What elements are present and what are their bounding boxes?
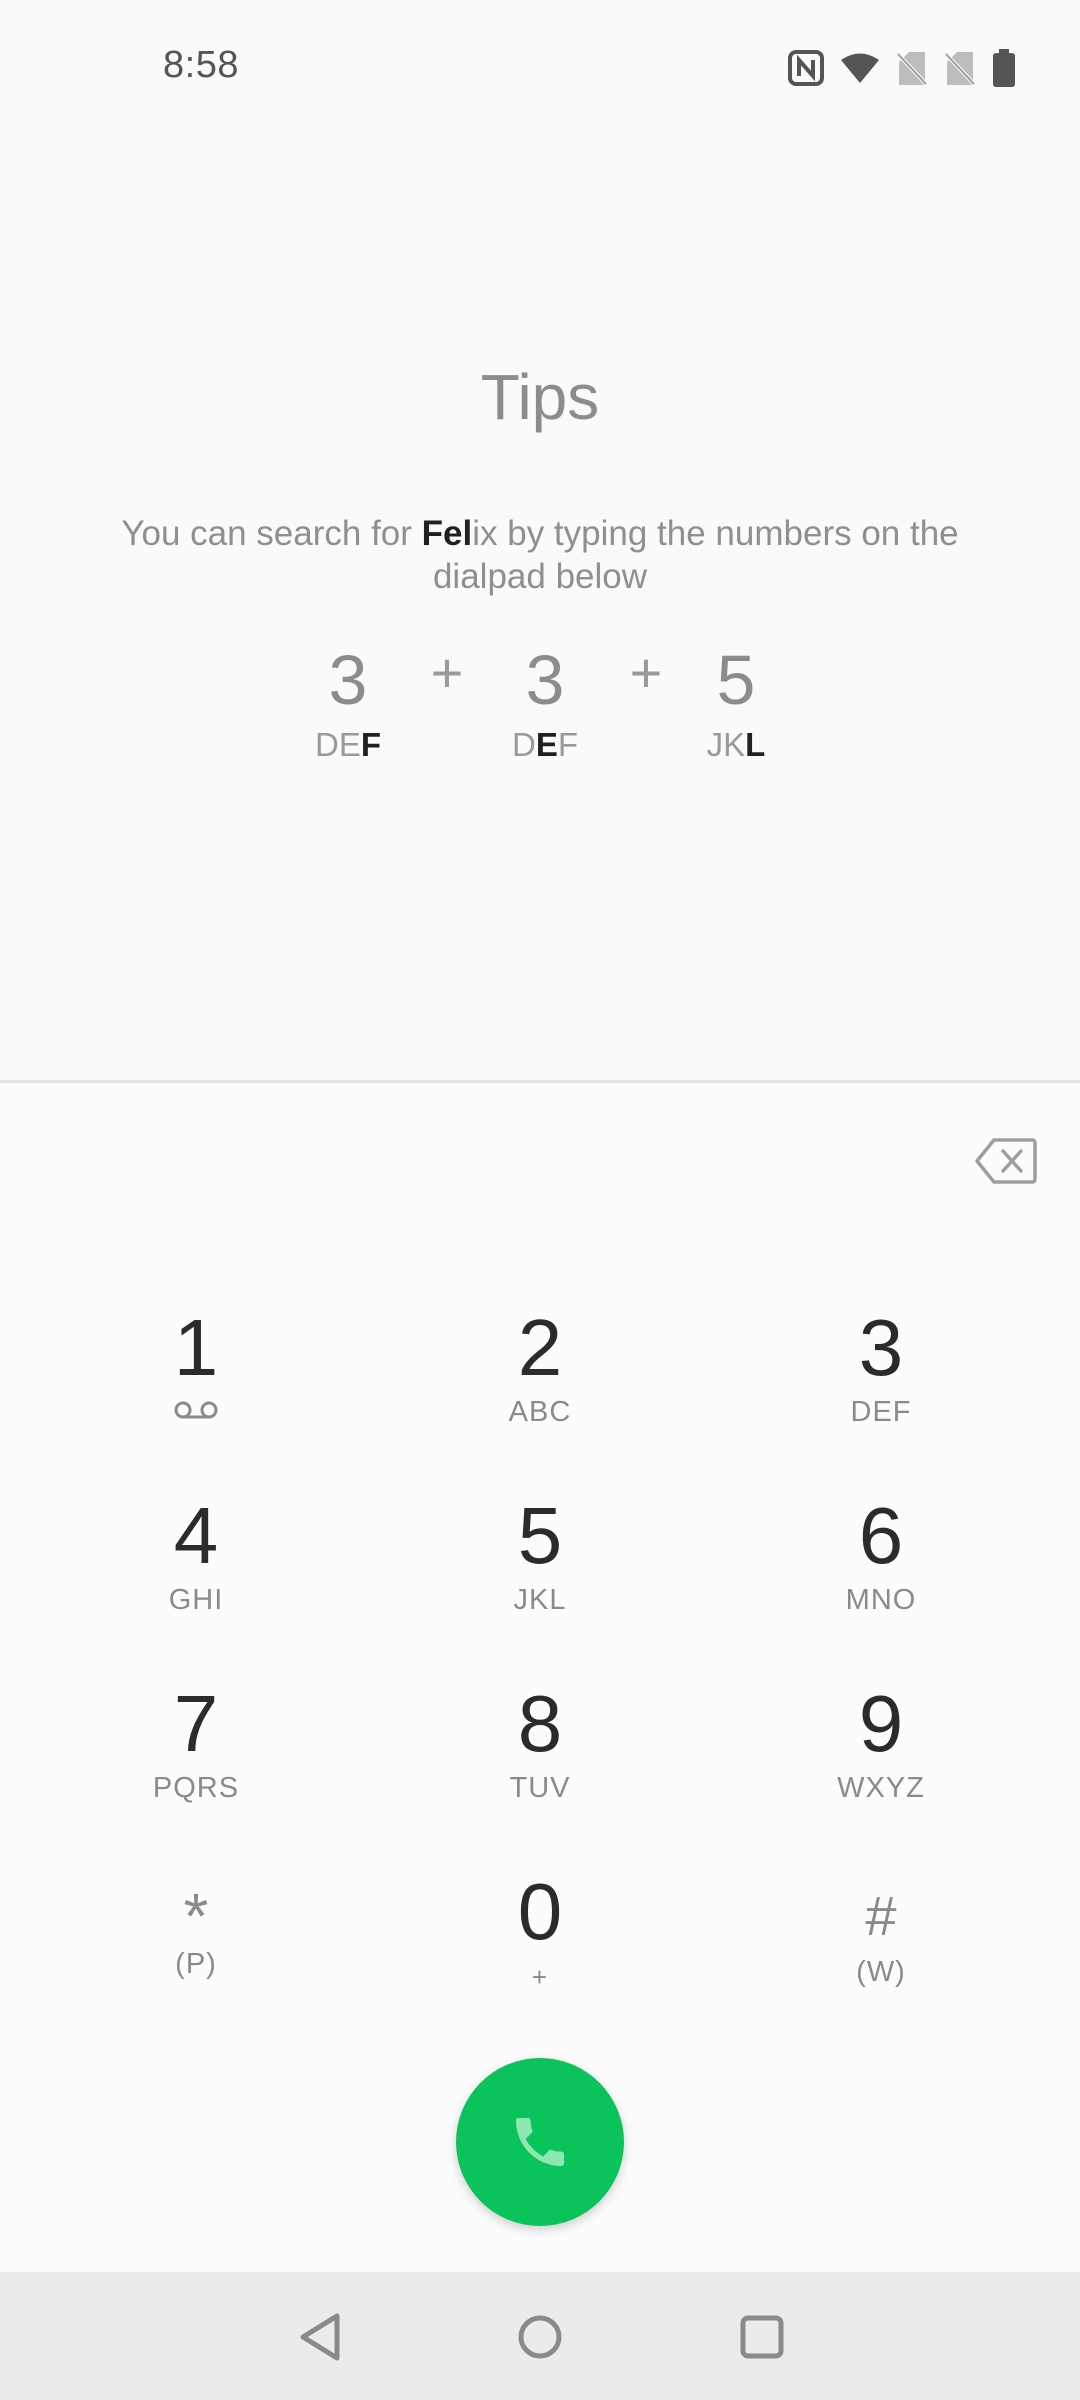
nfc-icon	[788, 50, 824, 86]
example-letters: JKL	[676, 726, 796, 764]
key-letters: (W)	[856, 1956, 906, 1988]
key-digit: 2	[517, 1303, 563, 1392]
example-letters-bold: L	[745, 726, 766, 763]
phone-icon	[516, 2118, 564, 2166]
key-digit: 7	[173, 1679, 219, 1768]
nav-home-button[interactable]	[505, 2302, 575, 2372]
dialer-screen: 8:58 Tips You can search for Felix by ty…	[0, 0, 1080, 2400]
navigation-bar	[0, 2272, 1080, 2400]
key-letters: PQRS	[152, 1772, 240, 1804]
example-key-2: 3 DEF	[485, 638, 605, 764]
dialpad-key-0[interactable]: 0 +	[420, 1866, 660, 2026]
dialpad-key-5[interactable]: 5 JKL	[420, 1490, 660, 1650]
key-letters: DEF	[850, 1396, 912, 1428]
tips-desc-prefix: You can search for	[121, 514, 422, 553]
dialpad-key-3[interactable]: 3 DEF	[761, 1302, 1001, 1462]
key-digit: 1	[173, 1303, 219, 1392]
key-digit: 3	[858, 1303, 904, 1392]
key-letters: (P)	[175, 1948, 217, 1980]
example-letters-bold: E	[535, 726, 558, 763]
example-plus: +	[629, 641, 663, 704]
status-time: 8:58	[163, 44, 239, 86]
no-sim-icon	[944, 50, 976, 86]
example-letters-bold: F	[360, 726, 381, 763]
dialpad-key-4[interactable]: 4 GHI	[76, 1490, 316, 1650]
key-letters: GHI	[168, 1584, 224, 1616]
example-key-3: 5 JKL	[676, 638, 796, 764]
dialpad-key-9[interactable]: 9 WXYZ	[761, 1678, 1001, 1838]
example-letters: DEF	[288, 726, 408, 764]
example-letters: DEF	[485, 726, 605, 764]
battery-icon	[992, 49, 1016, 87]
example-letters-after: F	[557, 726, 579, 763]
example-digit: 3	[328, 641, 368, 719]
example-plus: +	[430, 641, 464, 704]
key-digit: 8	[517, 1679, 563, 1768]
tips-description: You can search for Felix by typing the n…	[110, 512, 970, 598]
example-letters-plain: DE	[314, 726, 361, 763]
nav-recents-button[interactable]	[727, 2302, 797, 2372]
tips-desc-highlight: Fel	[421, 514, 473, 553]
back-triangle-icon	[300, 2313, 340, 2361]
dialpad-key-7[interactable]: 7 PQRS	[76, 1678, 316, 1838]
key-digit: 5	[517, 1491, 563, 1580]
example-digit: 5	[716, 641, 756, 719]
backspace-icon	[975, 1138, 1037, 1184]
key-letters: ABC	[508, 1396, 572, 1428]
dialpad-key-hash[interactable]: # (W)	[761, 1870, 1001, 2030]
key-digit: 0	[517, 1867, 563, 1956]
home-circle-icon	[518, 2315, 562, 2359]
tips-title: Tips	[480, 361, 600, 433]
key-letters: JKL	[513, 1584, 567, 1616]
example-letters-plain: JK	[706, 726, 746, 763]
key-letters: WXYZ	[837, 1772, 925, 1804]
dialpad-key-star[interactable]: * (P)	[76, 1870, 316, 2030]
wifi-icon	[840, 51, 880, 85]
example-digit: 3	[525, 641, 565, 719]
dialpad-key-8[interactable]: 8 TUV	[420, 1678, 660, 1838]
key-digit: #	[865, 1884, 897, 1947]
dialpad-key-1[interactable]: 1	[76, 1302, 316, 1462]
status-bar: 8:58	[0, 0, 1080, 135]
example-key-1: 3 DEF	[288, 638, 408, 764]
status-icons	[788, 48, 1016, 88]
no-sim-icon	[896, 50, 928, 86]
nav-back-button[interactable]	[285, 2302, 355, 2372]
example-letters-plain: D	[511, 726, 536, 763]
key-letters: +	[531, 1962, 549, 1992]
backspace-button[interactable]	[974, 1136, 1038, 1186]
tips-desc-suffix: ix by typing the numbers on the dialpad …	[432, 514, 959, 596]
voicemail-icon	[76, 1396, 316, 1432]
dialpad-key-2[interactable]: 2 ABC	[420, 1302, 660, 1462]
key-digit: 9	[858, 1679, 904, 1768]
key-digit: 4	[173, 1491, 219, 1580]
key-digit: 6	[858, 1491, 904, 1580]
key-letters: MNO	[845, 1584, 917, 1616]
call-button[interactable]	[456, 2058, 624, 2226]
key-letters: TUV	[509, 1772, 571, 1804]
recents-square-icon	[740, 2315, 784, 2359]
dialpad-key-6[interactable]: 6 MNO	[761, 1490, 1001, 1650]
